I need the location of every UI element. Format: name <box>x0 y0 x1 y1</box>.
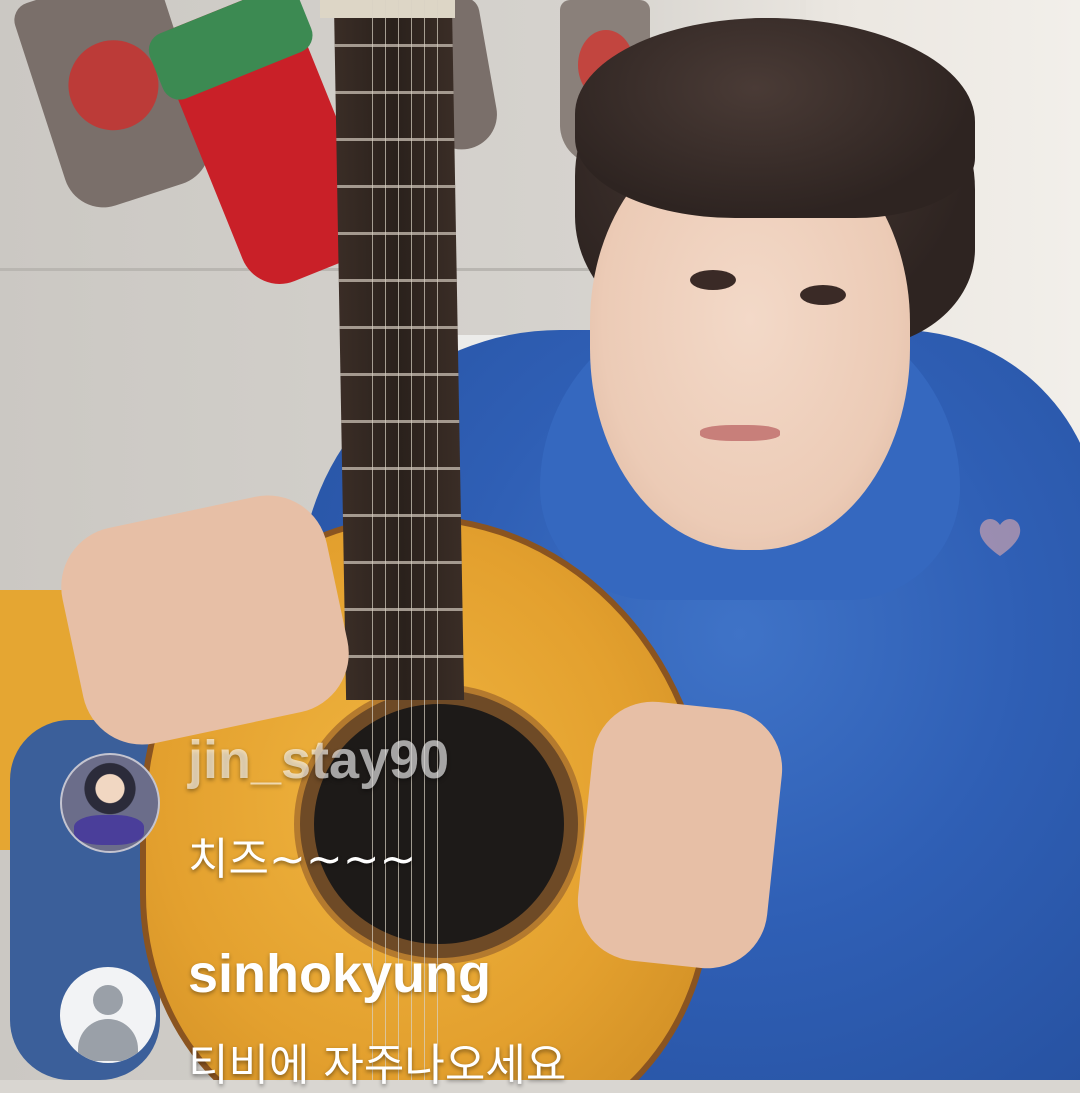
avatar[interactable] <box>60 753 160 853</box>
floating-heart-icon <box>979 519 1021 556</box>
comment-message: 티비에 자주나오세요 <box>188 1040 567 1091</box>
comment-username[interactable]: jin_stay90 <box>188 729 449 791</box>
live-video-frame <box>0 0 1080 1080</box>
user-icon-head <box>93 985 123 1015</box>
avatar-photo-detail <box>74 815 144 845</box>
eye <box>800 285 846 305</box>
comment-message: 치즈~~~~ <box>188 834 417 885</box>
default-user-icon[interactable] <box>60 967 156 1063</box>
hair-fringe <box>575 18 975 218</box>
guitar-strings <box>360 0 440 1080</box>
right-hand <box>571 695 789 975</box>
user-icon-shoulders <box>78 1019 138 1061</box>
mouth <box>700 425 780 441</box>
comment-username[interactable]: sinhokyung <box>188 943 491 1005</box>
eye <box>690 270 736 290</box>
